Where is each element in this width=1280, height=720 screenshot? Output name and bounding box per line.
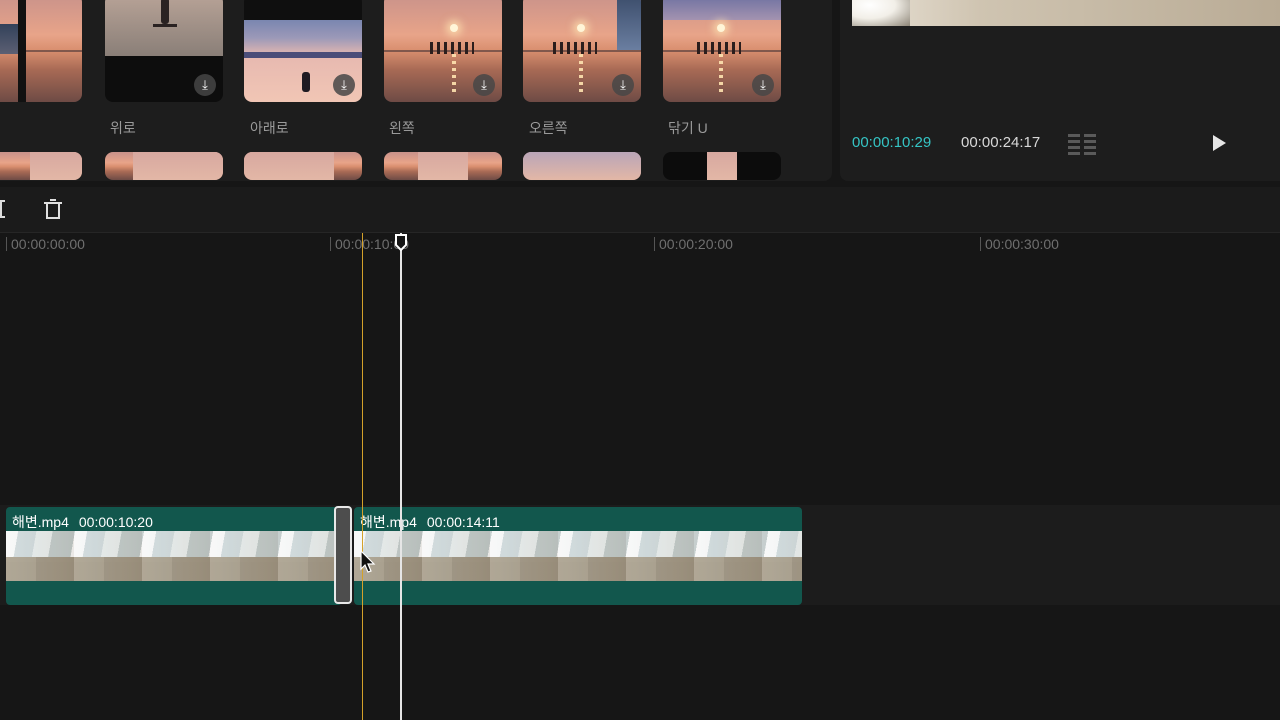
effect-thumbnail-up[interactable]: ⤓ xyxy=(105,0,223,102)
effect-thumbnail[interactable] xyxy=(0,152,82,180)
effect-label-down: 아래로 xyxy=(250,120,289,136)
download-icon[interactable]: ⤓ xyxy=(612,74,634,96)
clip-filmstrip xyxy=(354,531,802,581)
ruler-tick-label: 00:00:30:00 xyxy=(980,237,1059,251)
effect-label-up: 위로 xyxy=(110,120,136,136)
effect-label-left: 왼쪽 xyxy=(389,120,415,136)
video-clip[interactable]: 해변.mp4 00:00:14:11 xyxy=(354,507,802,605)
grid-icon[interactable] xyxy=(1068,133,1098,155)
download-icon[interactable]: ⤓ xyxy=(194,74,216,96)
download-icon[interactable]: ⤓ xyxy=(473,74,495,96)
clip-name: 해변.mp4 xyxy=(360,514,417,530)
effect-thumbnail[interactable] xyxy=(384,152,502,180)
effect-thumbnail[interactable] xyxy=(523,152,641,180)
effect-label-right: 오른쪽 xyxy=(529,120,568,136)
clip-filmstrip xyxy=(6,531,342,581)
timeline-toolbar xyxy=(0,187,1280,233)
video-clip[interactable]: 해변.mp4 00:00:10:20 xyxy=(6,507,342,605)
playhead-handle-icon[interactable] xyxy=(394,233,408,251)
preview-video-frame xyxy=(852,0,1280,26)
preview-panel: 00:00:10:29 00:00:24:17 xyxy=(840,0,1280,181)
effect-thumbnail-right[interactable]: ⤓ xyxy=(523,0,641,102)
split-icon[interactable] xyxy=(0,200,6,218)
play-icon[interactable] xyxy=(1210,134,1228,152)
effect-thumbnail[interactable] xyxy=(0,0,82,102)
trash-icon[interactable] xyxy=(42,199,64,221)
download-icon[interactable]: ⤓ xyxy=(752,74,774,96)
clip-name: 해변.mp4 xyxy=(12,514,69,530)
timeline[interactable]: 00:00:00:00 00:00:10:00 00:00:20:00 00:0… xyxy=(0,233,1280,720)
transition-effects-panel: ⤓ 위로 ⤓ 아래로 ⤓ 왼쪽 ⤓ 오른쪽 ⤓ 닦기 U xyxy=(0,0,832,181)
total-duration: 00:00:24:17 xyxy=(961,134,1041,151)
transition-handle[interactable] xyxy=(334,506,352,604)
effect-thumbnail-down[interactable]: ⤓ xyxy=(244,0,362,102)
hover-indicator-line xyxy=(362,233,363,720)
clip-duration: 00:00:10:20 xyxy=(78,514,153,530)
effect-thumbnail[interactable] xyxy=(244,152,362,180)
ruler-tick-label: 00:00:20:00 xyxy=(654,237,733,251)
clip-duration: 00:00:14:11 xyxy=(426,514,500,530)
effect-label-wipe-u: 닦기 U xyxy=(668,120,708,136)
effect-thumbnail-wipe-u[interactable]: ⤓ xyxy=(663,0,781,102)
download-icon[interactable]: ⤓ xyxy=(333,74,355,96)
mouse-cursor-icon xyxy=(360,550,376,573)
ruler-tick-label: 00:00:00:00 xyxy=(6,237,85,251)
current-time: 00:00:10:29 xyxy=(852,134,932,151)
effect-thumbnail[interactable] xyxy=(663,152,781,180)
playhead-line[interactable] xyxy=(400,233,402,720)
effect-thumbnail[interactable] xyxy=(105,152,223,180)
effect-thumbnail-left[interactable]: ⤓ xyxy=(384,0,502,102)
